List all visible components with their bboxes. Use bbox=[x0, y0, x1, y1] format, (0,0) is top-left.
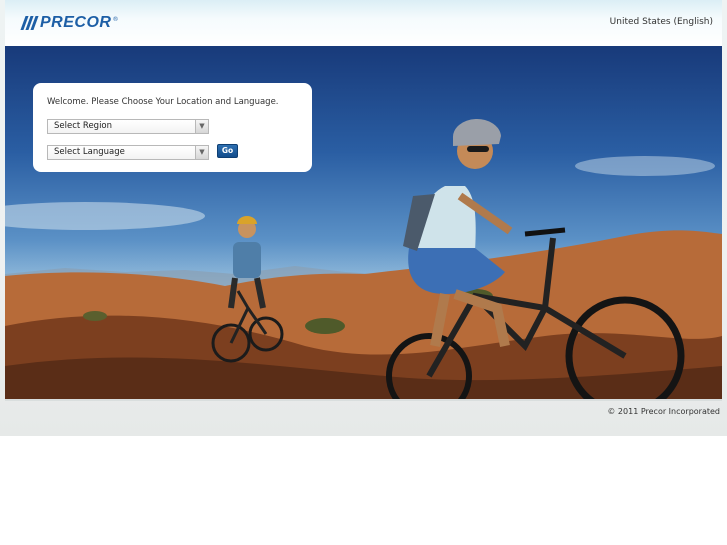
welcome-message: Welcome. Please Choose Your Location and… bbox=[47, 97, 279, 107]
logo-text: PRECOR bbox=[40, 14, 112, 31]
welcome-panel: Welcome. Please Choose Your Location and… bbox=[33, 83, 312, 172]
language-select[interactable]: Select Language ▼ bbox=[47, 145, 209, 160]
region-select[interactable]: Select Region ▼ bbox=[47, 119, 209, 134]
logo-registered-mark: ® bbox=[112, 15, 119, 23]
chevron-down-icon[interactable]: ▼ bbox=[195, 120, 208, 133]
site-header: PRECOR ® United States (English) bbox=[5, 0, 722, 47]
chevron-down-icon[interactable]: ▼ bbox=[195, 146, 208, 159]
logo-bars-icon bbox=[20, 16, 39, 30]
precor-logo[interactable]: PRECOR ® bbox=[20, 13, 119, 33]
hero-image: Welcome. Please Choose Your Location and… bbox=[5, 46, 722, 401]
page-background: PRECOR ® United States (English) Welcome… bbox=[0, 0, 727, 436]
language-select-value: Select Language bbox=[54, 147, 125, 157]
go-button[interactable]: Go bbox=[217, 144, 238, 158]
copyright-text: © 2011 Precor Incorporated bbox=[607, 407, 720, 416]
locale-link[interactable]: United States (English) bbox=[610, 17, 713, 27]
region-select-value: Select Region bbox=[54, 121, 113, 131]
